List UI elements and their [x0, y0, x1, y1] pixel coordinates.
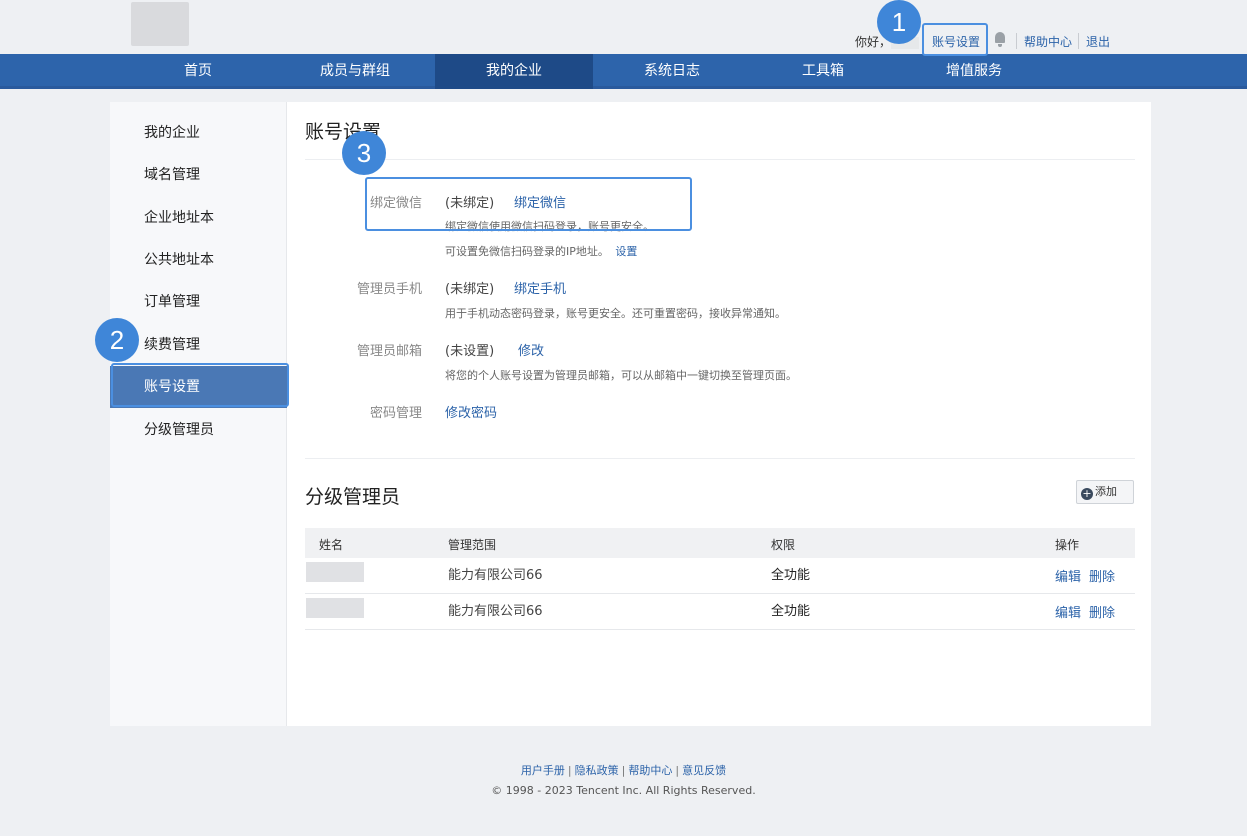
- admin-name: [306, 562, 364, 582]
- admin-name: [306, 598, 364, 618]
- wechat-ip-desc: 可设置免微信扫码登录的IP地址。 设置: [445, 243, 637, 259]
- table-row: 能力有限公司66 全功能 编辑 删除: [305, 558, 1135, 594]
- nav-item-my-enterprise[interactable]: 我的企业: [435, 54, 593, 89]
- company-logo: [131, 2, 189, 46]
- step-badge-2: 2: [95, 318, 139, 362]
- delete-admin-link[interactable]: 删除: [1089, 602, 1115, 621]
- footer-help[interactable]: 帮助中心: [628, 764, 672, 777]
- main-nav: 首页 成员与群组 我的企业 系统日志 工具箱 增值服务: [0, 54, 1247, 89]
- sidebar-item-sub-admins[interactable]: 分级管理员: [110, 409, 287, 451]
- phone-desc: 用于手机动态密码登录，账号更安全。还可重置密码，接收异常通知。: [445, 307, 786, 320]
- admin-scope: 能力有限公司66: [448, 568, 543, 583]
- col-actions: 操作: [1055, 538, 1080, 552]
- divider: [986, 33, 987, 49]
- sidebar: 我的企业 域名管理 企业地址本 公共地址本 订单管理 续费管理 账号设置 分级管…: [110, 102, 287, 726]
- wechat-status: (未绑定): [445, 196, 495, 211]
- add-admin-button[interactable]: + 添加: [1076, 480, 1134, 504]
- sidebar-item-account-settings[interactable]: 账号设置: [110, 366, 287, 408]
- wechat-label: 绑定微信: [369, 196, 422, 211]
- phone-label: 管理员手机: [356, 282, 422, 297]
- divider: [1016, 33, 1017, 49]
- ip-settings-link[interactable]: 设置: [615, 245, 637, 258]
- sidebar-item-domains[interactable]: 域名管理: [110, 154, 287, 196]
- footer-user-manual[interactable]: 用户手册: [521, 764, 565, 777]
- col-name: 姓名: [319, 538, 344, 552]
- nav-item-system-log[interactable]: 系统日志: [593, 54, 751, 89]
- nav-item-members[interactable]: 成员与群组: [276, 54, 434, 89]
- bind-phone-link[interactable]: 绑定手机: [514, 278, 566, 297]
- nav-item-toolbox[interactable]: 工具箱: [751, 54, 895, 89]
- sidebar-item-public-addressbook[interactable]: 公共地址本: [110, 239, 287, 281]
- divider: [305, 458, 1135, 459]
- footer-separator: |: [675, 764, 680, 777]
- content-panel: 我的企业 域名管理 企业地址本 公共地址本 订单管理 续费管理 账号设置 分级管…: [110, 102, 1151, 726]
- footer-privacy[interactable]: 隐私政策: [575, 764, 619, 777]
- nav-item-home[interactable]: 首页: [120, 54, 276, 89]
- step-badge-3: 3: [342, 131, 386, 175]
- edit-admin-link[interactable]: 编辑: [1055, 566, 1081, 585]
- divider: [305, 159, 1135, 160]
- logout-link[interactable]: 退出: [1086, 33, 1110, 50]
- col-permission: 权限: [771, 538, 796, 552]
- step-badge-1: 1: [877, 0, 921, 44]
- copyright: © 1998 - 2023 Tencent Inc. All Rights Re…: [491, 784, 756, 797]
- footer-separator: |: [567, 764, 572, 777]
- sidebar-item-enterprise-addressbook[interactable]: 企业地址本: [110, 197, 287, 239]
- footer-separator: |: [621, 764, 626, 777]
- col-scope: 管理范围: [448, 538, 497, 552]
- email-label: 管理员邮箱: [356, 344, 422, 359]
- delete-admin-link[interactable]: 删除: [1089, 566, 1115, 585]
- wechat-desc: 绑定微信使用微信扫码登录，账号更安全。: [445, 220, 654, 233]
- nav-item-value-added[interactable]: 增值服务: [895, 54, 1053, 89]
- email-status: (未设置): [445, 344, 495, 359]
- plus-icon: +: [1081, 487, 1093, 500]
- change-password-link[interactable]: 修改密码: [445, 402, 497, 421]
- admin-permission: 全功能: [771, 568, 811, 583]
- wechat-ip-desc-text: 可设置免微信扫码登录的IP地址。: [445, 245, 609, 258]
- phone-status: (未绑定): [445, 282, 495, 297]
- admin-scope: 能力有限公司66: [448, 604, 543, 619]
- edit-admin-link[interactable]: 编辑: [1055, 602, 1081, 621]
- add-admin-label: 添加: [1095, 485, 1117, 498]
- main-content: 账号设置 绑定微信 (未绑定) 绑定微信 绑定微信使用微信扫码登录，账号更安全。…: [287, 102, 1151, 726]
- sub-admins-title: 分级管理员: [305, 486, 401, 508]
- footer-links: 用户手册 | 隐私政策 | 帮助中心 | 意见反馈: [0, 762, 1247, 778]
- admin-permission: 全功能: [771, 604, 811, 619]
- table-header: 姓名 管理范围 权限 操作: [305, 528, 1135, 558]
- password-label: 密码管理: [369, 406, 422, 421]
- help-center-link[interactable]: 帮助中心: [1024, 33, 1072, 50]
- sidebar-item-orders[interactable]: 订单管理: [110, 281, 287, 323]
- bell-icon[interactable]: [993, 31, 1007, 47]
- modify-email-link[interactable]: 修改: [518, 340, 544, 359]
- bottom-strip: [0, 836, 1247, 840]
- email-desc: 将您的个人账号设置为管理员邮箱，可以从邮箱中一键切换至管理页面。: [445, 369, 797, 382]
- table-row: 能力有限公司66 全功能 编辑 删除: [305, 594, 1135, 630]
- bind-wechat-link[interactable]: 绑定微信: [514, 192, 566, 211]
- sidebar-item-my-enterprise[interactable]: 我的企业: [110, 112, 287, 154]
- divider: [1078, 33, 1079, 49]
- footer-feedback[interactable]: 意见反馈: [682, 764, 726, 777]
- top-bar: 你好， 账号设置 帮助中心 退出: [0, 0, 1247, 54]
- account-settings-link[interactable]: 账号设置: [932, 33, 980, 50]
